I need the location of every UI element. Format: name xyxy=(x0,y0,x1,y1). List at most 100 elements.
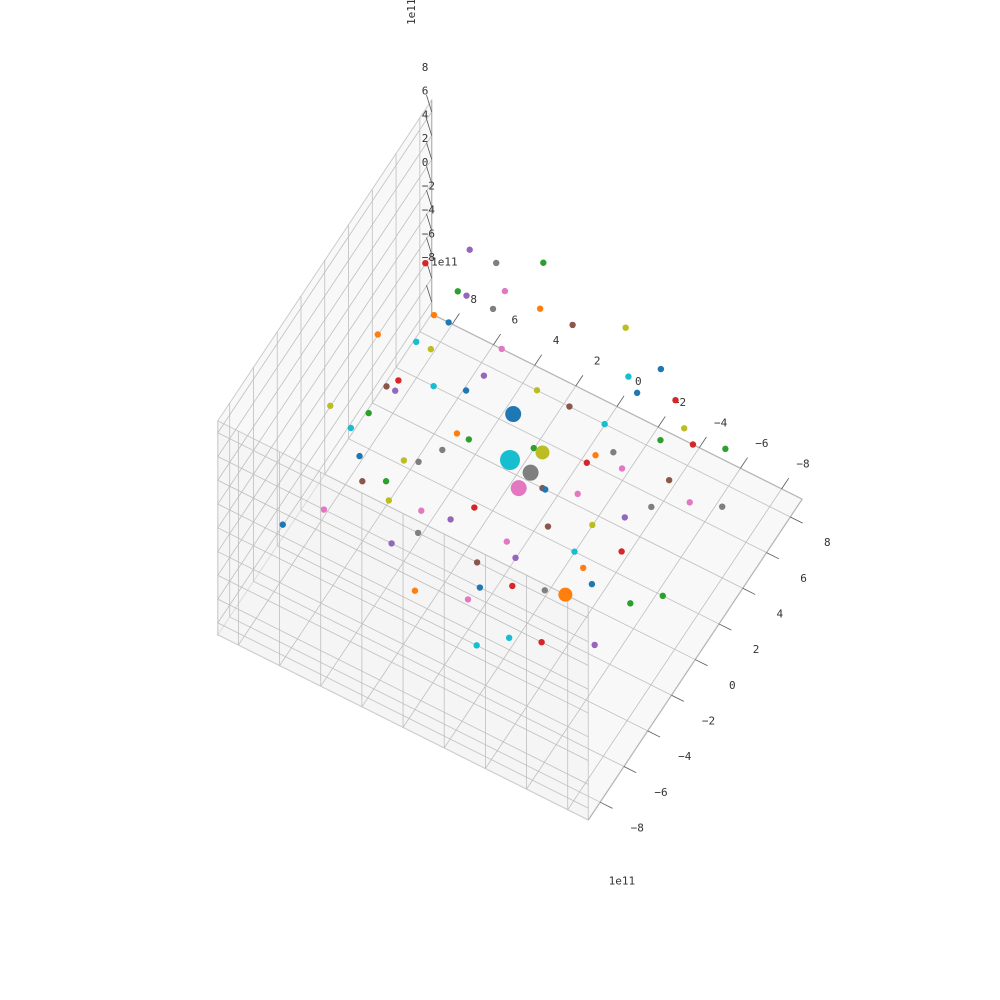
scatter-point xyxy=(509,583,515,589)
scatter-point xyxy=(619,465,625,471)
scatter-point xyxy=(412,588,418,594)
scatter-point xyxy=(455,288,461,294)
svg-text:−4: −4 xyxy=(678,750,692,763)
scatter-point xyxy=(542,486,548,492)
scatter-point xyxy=(481,372,487,378)
scatter-point xyxy=(566,403,572,409)
svg-text:2: 2 xyxy=(594,355,601,368)
scatter-point xyxy=(722,446,728,452)
scatter-point xyxy=(465,596,471,602)
svg-text:1e11: 1e11 xyxy=(405,0,418,25)
scatter-point xyxy=(538,639,544,645)
scatter-point xyxy=(512,555,518,561)
svg-text:4: 4 xyxy=(553,334,560,347)
scatter-point xyxy=(666,477,672,483)
svg-text:6: 6 xyxy=(800,572,807,585)
scatter-point xyxy=(388,540,394,546)
scatter-point xyxy=(690,441,696,447)
svg-text:2: 2 xyxy=(753,643,760,656)
scatter-point xyxy=(589,522,595,528)
svg-text:8: 8 xyxy=(470,293,477,306)
scatter-point xyxy=(610,449,616,455)
scatter-point xyxy=(466,247,472,253)
scatter-point xyxy=(681,425,687,431)
scatter-point xyxy=(327,403,333,409)
scatter-point xyxy=(321,506,327,512)
svg-text:−6: −6 xyxy=(654,786,667,799)
scatter-point xyxy=(392,388,398,394)
scatter-point xyxy=(473,642,479,648)
scatter-point xyxy=(580,565,586,571)
scatter-point xyxy=(280,521,286,527)
svg-text:−6: −6 xyxy=(422,227,435,240)
scatter-point xyxy=(447,516,453,522)
scatter-point xyxy=(477,584,483,590)
svg-text:−8: −8 xyxy=(631,821,644,834)
scatter-point xyxy=(584,460,590,466)
svg-text:1e11: 1e11 xyxy=(609,874,636,887)
svg-text:8: 8 xyxy=(422,61,429,74)
scatter-point xyxy=(534,387,540,393)
scatter-point xyxy=(471,504,477,510)
scatter-point xyxy=(622,324,628,330)
scatter-point xyxy=(569,322,575,328)
scatter-point xyxy=(356,453,362,459)
svg-text:6: 6 xyxy=(422,85,429,98)
scatter-point xyxy=(383,383,389,389)
svg-text:−2: −2 xyxy=(702,715,715,728)
scatter-point xyxy=(622,514,628,520)
svg-text:6: 6 xyxy=(512,313,519,326)
scatter-point xyxy=(502,288,508,294)
scatter-point xyxy=(535,445,549,459)
scatter-point xyxy=(542,587,548,593)
scatter-point xyxy=(454,430,460,436)
scatter-point xyxy=(511,480,527,496)
scatter-point xyxy=(523,465,539,481)
svg-text:−2: −2 xyxy=(422,180,435,193)
scatter-point xyxy=(415,530,421,536)
scatter-point xyxy=(463,387,469,393)
scatter-point xyxy=(383,478,389,484)
scatter-point xyxy=(395,377,401,383)
svg-text:0: 0 xyxy=(635,375,642,388)
scatter-point xyxy=(537,305,543,311)
svg-text:0: 0 xyxy=(729,679,736,692)
svg-text:−4: −4 xyxy=(714,416,728,429)
scatter-point xyxy=(359,478,365,484)
scatter-point xyxy=(430,383,436,389)
scatter-point xyxy=(687,499,693,505)
scatter-point xyxy=(660,593,666,599)
svg-text:0: 0 xyxy=(422,156,429,169)
scatter-point xyxy=(506,635,512,641)
svg-text:−8: −8 xyxy=(796,458,809,471)
scatter-point xyxy=(386,497,392,503)
scatter-point xyxy=(463,292,469,298)
scatter-point xyxy=(401,457,407,463)
scatter-point xyxy=(413,339,419,345)
scatter-point xyxy=(422,260,428,266)
scatter-point xyxy=(431,312,437,318)
scatter-point xyxy=(375,331,381,337)
scatter-point xyxy=(648,504,654,510)
scatter-point xyxy=(490,306,496,312)
scatter-point xyxy=(545,523,551,529)
scatter-point xyxy=(504,538,510,544)
scatter-point xyxy=(415,459,421,465)
scatter-point xyxy=(672,397,678,403)
scatter-point xyxy=(591,642,597,648)
scatter-point xyxy=(719,503,725,509)
scatter-point xyxy=(493,260,499,266)
scatter-point xyxy=(558,588,572,602)
scatter-point xyxy=(348,425,354,431)
scatter-point xyxy=(592,452,598,458)
scatter-point xyxy=(601,421,607,427)
scatter-point xyxy=(474,559,480,565)
svg-text:1e11: 1e11 xyxy=(431,256,458,269)
scatter-point xyxy=(627,600,633,606)
scatter-point xyxy=(634,390,640,396)
scatter-point xyxy=(618,548,624,554)
chart-stage: −8−6−4−202468−8−6−4−202468−8−6−4−2024681… xyxy=(0,0,1000,1000)
scatter-point xyxy=(466,436,472,442)
scatter-point xyxy=(571,548,577,554)
scatter-point xyxy=(657,437,663,443)
